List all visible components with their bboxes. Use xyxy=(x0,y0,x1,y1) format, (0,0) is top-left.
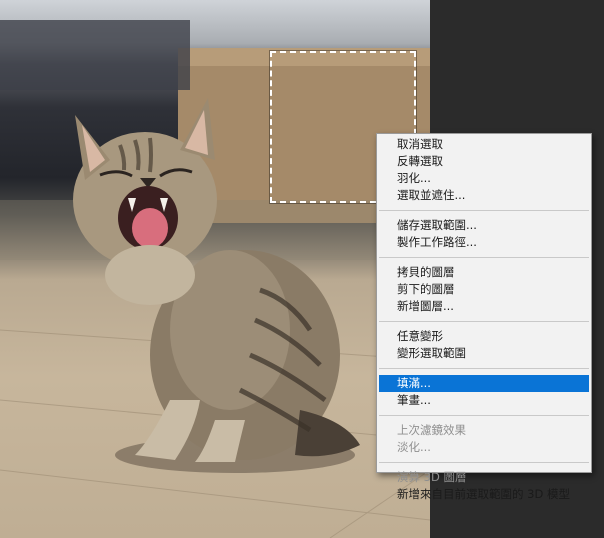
menu-item-save-selection[interactable]: 儲存選取範圍... xyxy=(377,217,591,234)
menu-item-transform-selection[interactable]: 變形選取範圍 xyxy=(377,345,591,362)
menu-separator xyxy=(379,210,589,211)
menu-item-select-and-mask[interactable]: 選取並遮住... xyxy=(377,187,591,204)
menu-separator xyxy=(379,257,589,258)
menu-item-layer-via-copy[interactable]: 拷貝的圖層 xyxy=(377,264,591,281)
menu-item-render-3d-layer: 演算 3D 圖層 xyxy=(397,470,467,484)
menu-separator xyxy=(379,368,589,369)
menu-separator xyxy=(379,321,589,322)
image-canvas[interactable] xyxy=(0,0,430,538)
menu-item-fade: 淡化... xyxy=(397,440,431,454)
menu-item-new-3d-from-selection[interactable]: 新增來自目前選取範圍的 3D 模型 xyxy=(377,486,591,503)
menu-item-select-inverse[interactable]: 反轉選取 xyxy=(377,153,591,170)
menu-separator xyxy=(379,415,589,416)
menu-item-last-filter: 上次濾鏡效果 xyxy=(397,423,466,437)
sofa-shape xyxy=(0,20,190,90)
menu-item-new-layer[interactable]: 新增圖層... xyxy=(377,298,591,315)
menu-item-make-work-path[interactable]: 製作工作路徑... xyxy=(377,234,591,251)
menu-item-free-transform[interactable]: 任意變形 xyxy=(377,328,591,345)
menu-item-layer-via-cut[interactable]: 剪下的圖層 xyxy=(377,281,591,298)
menu-item-feather[interactable]: 羽化... xyxy=(377,170,591,187)
menu-item-fill[interactable]: 填滿... xyxy=(379,375,589,392)
menu-item-stroke[interactable]: 筆畫... xyxy=(377,392,591,409)
menu-item-deselect[interactable]: 取消選取 xyxy=(377,136,591,153)
menu-separator xyxy=(379,462,589,463)
context-menu: 取消選取 反轉選取 羽化... 選取並遮住... 儲存選取範圍... 製作工作路… xyxy=(376,133,592,501)
